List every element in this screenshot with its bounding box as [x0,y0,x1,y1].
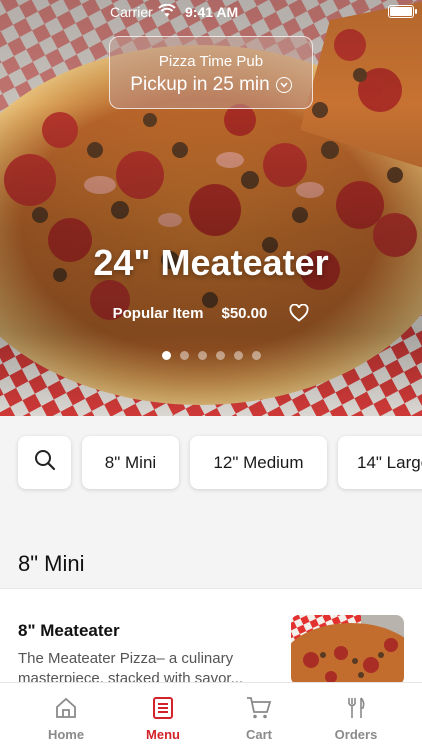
search-button[interactable] [18,436,71,489]
tab-bar: Home Menu Cart Orders [0,682,422,750]
chevron-down-icon [275,77,292,93]
popular-badge: Popular Item [112,304,204,322]
category-chip-large[interactable]: 14" Large [338,436,422,489]
category-chip-mini[interactable]: 8" Mini [82,436,179,489]
cart-icon [219,695,299,721]
tab-home-label: Home [47,727,85,742]
hero-banner[interactable]: Carrier 9:41 AM Pizza Time Pub Pickup in… [0,0,422,416]
carousel-dots[interactable] [0,351,422,360]
wifi-icon [158,3,176,21]
store-name: Pizza Time Pub [158,53,264,70]
tab-cart-label: Cart [245,727,272,742]
tab-cart[interactable]: Cart [219,695,299,742]
pickup-eta: Pickup in 25 min [130,74,270,95]
category-chip-medium[interactable]: 12" Medium [190,436,327,489]
featured-item-meta: Popular Item $50.00 [0,304,422,322]
search-icon [33,448,57,477]
home-icon [26,695,106,721]
category-bar: 8" Mini 12" Medium 14" Large [0,416,422,508]
tab-orders[interactable]: Orders [316,695,396,742]
pickup-selector[interactable]: Pizza Time Pub Pickup in 25 min [109,36,313,109]
featured-item-title: 24" Meateater [93,242,329,283]
carousel-dot[interactable] [161,351,171,360]
app-screen: Carrier 9:41 AM Pizza Time Pub Pickup in… [0,0,422,750]
carousel-dot[interactable] [233,351,243,360]
menu-item-thumbnail [291,615,404,685]
carrier-label: Carrier [110,4,153,20]
menu-item-name: 8" Meateater [18,621,120,640]
clock: 9:41 AM [185,4,239,20]
carousel-dot[interactable] [251,351,261,360]
featured-price: $50.00 [221,304,268,322]
tab-menu[interactable]: Menu [123,695,203,742]
heart-icon[interactable] [289,304,309,322]
section-title: 8" Mini [18,551,85,576]
tab-orders-label: Orders [334,727,378,742]
carousel-dot[interactable] [179,351,189,360]
status-bar: Carrier 9:41 AM [0,0,422,24]
carousel-dot[interactable] [197,351,207,360]
menu-icon [123,695,203,721]
battery-icon [388,5,417,18]
orders-icon [316,695,396,721]
menu-item-card[interactable]: 8" Meateater The Meateater Pizza– a culi… [0,588,422,688]
tab-home[interactable]: Home [26,695,106,742]
carousel-dot[interactable] [215,351,225,360]
tab-menu-label: Menu [146,727,180,742]
